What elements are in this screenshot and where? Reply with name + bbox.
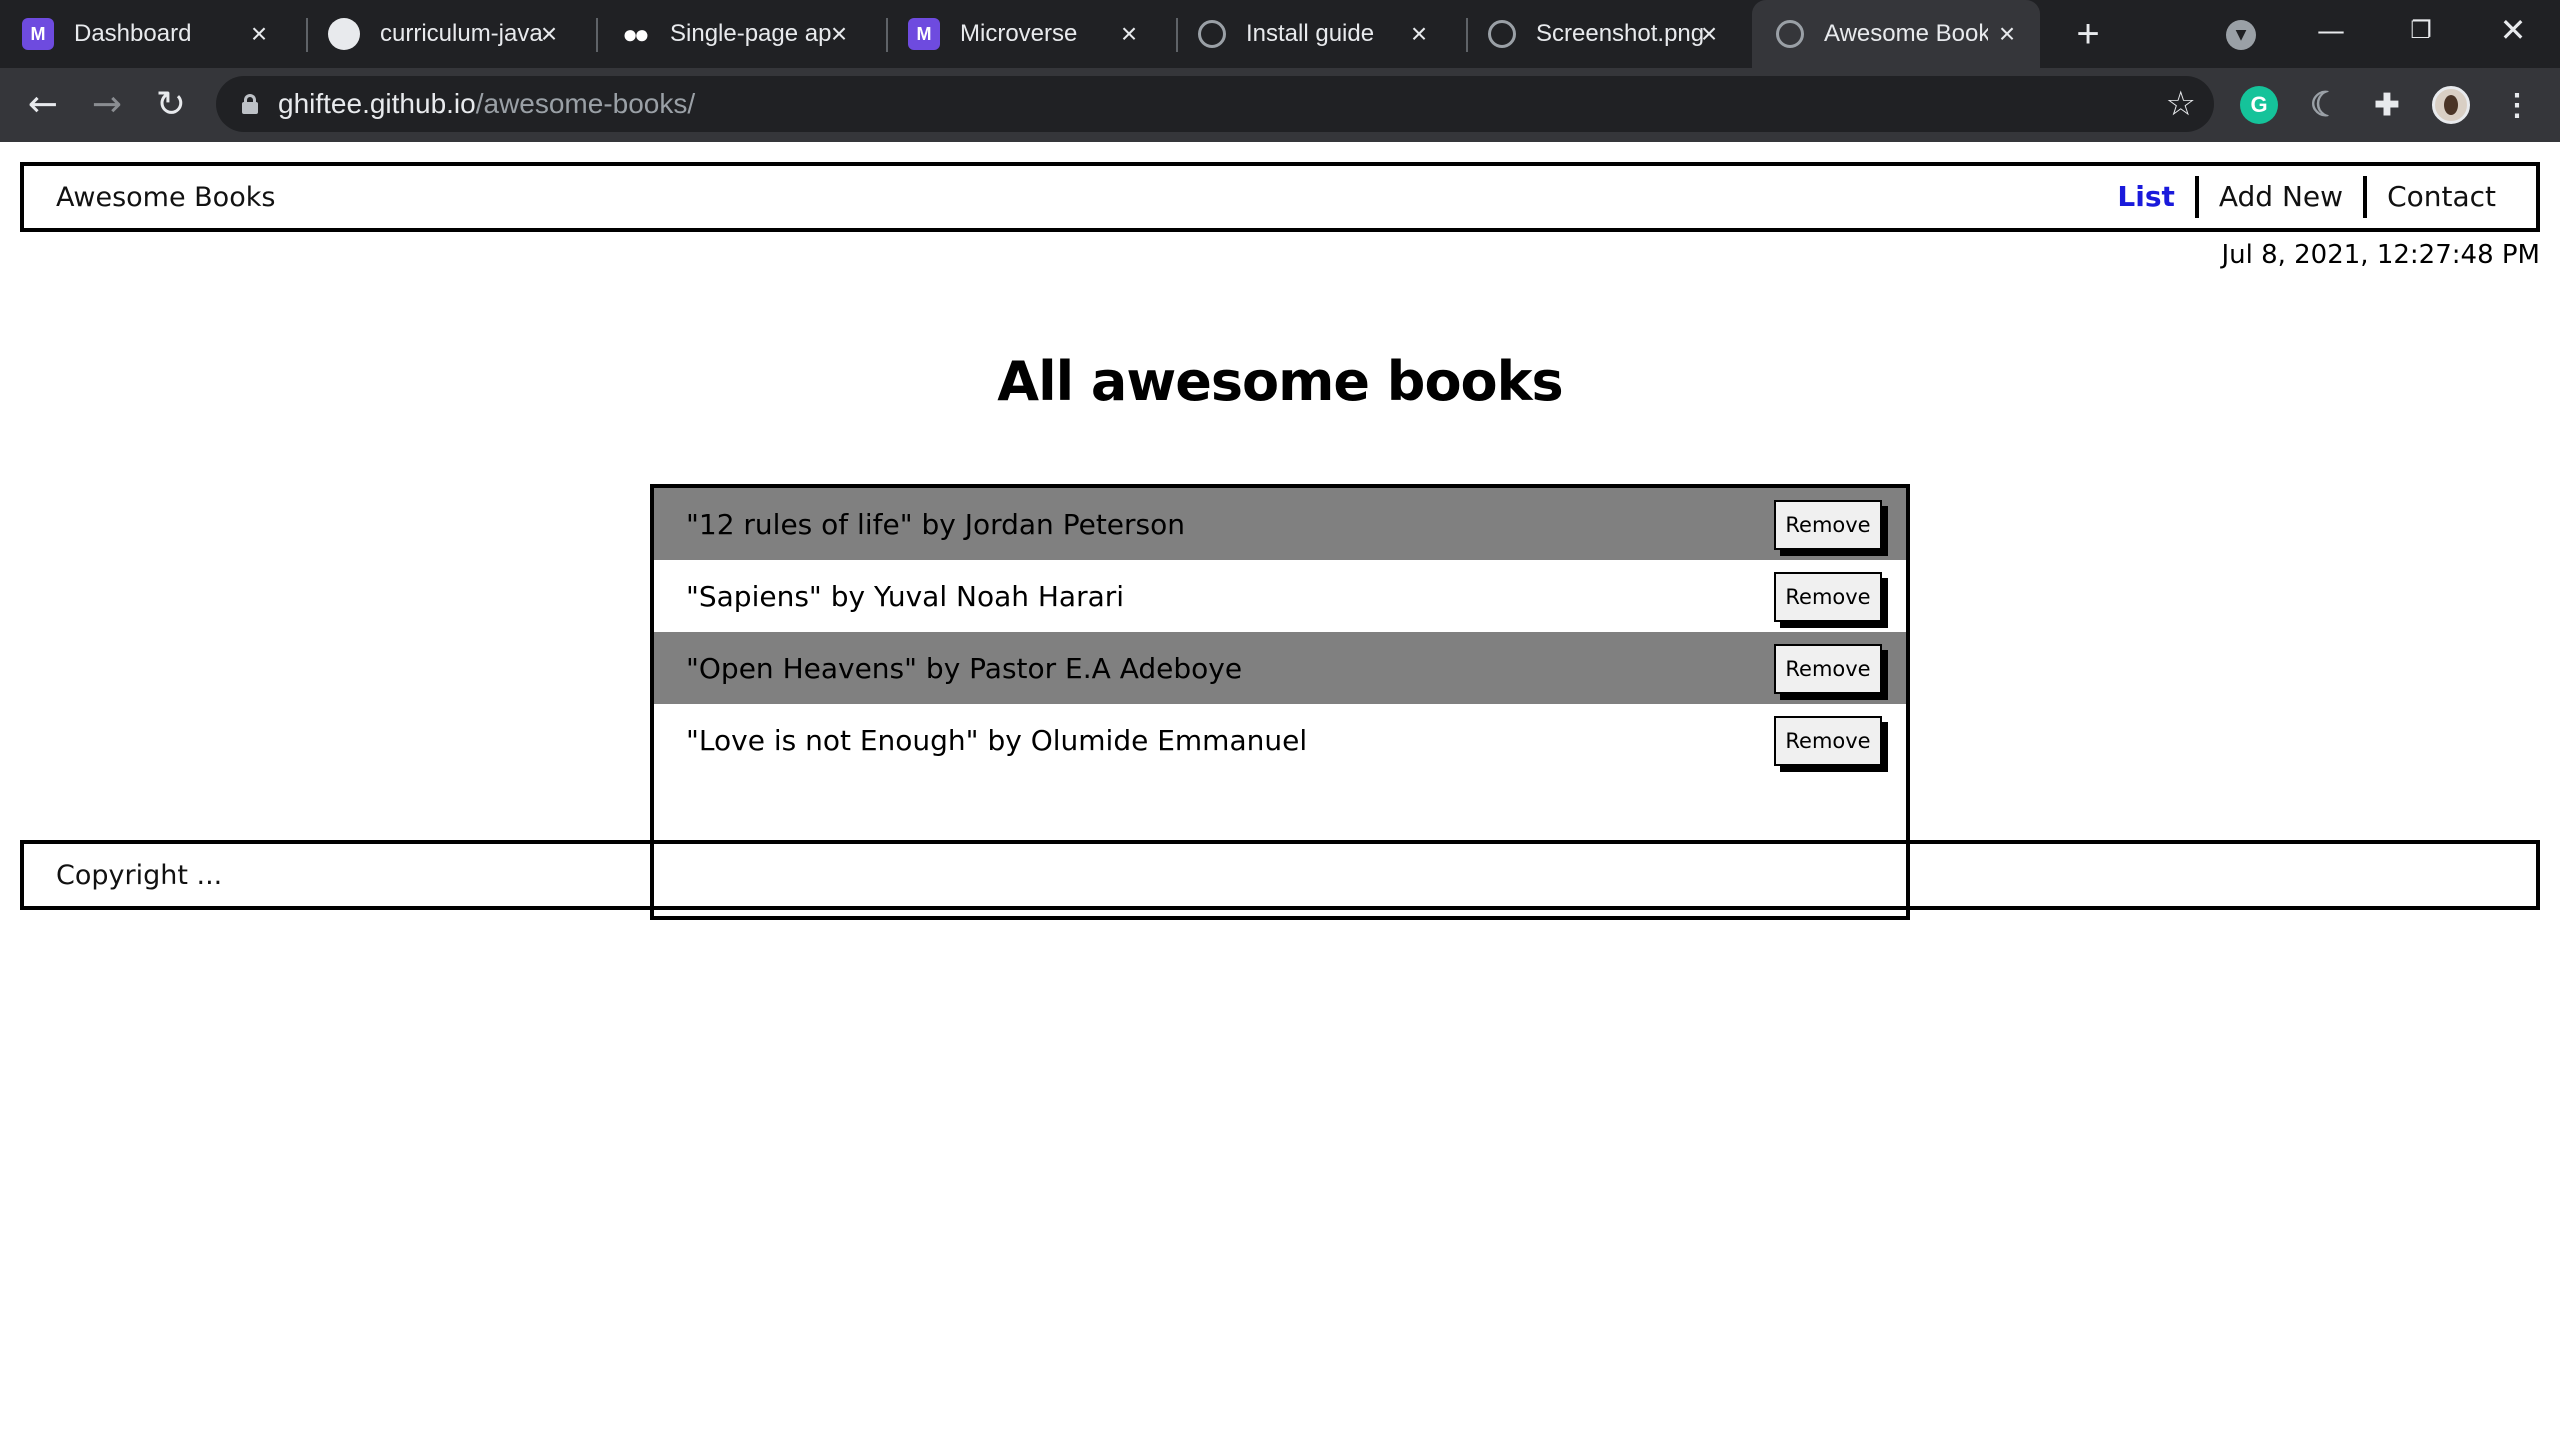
web-page: Awesome Books List Add New Contact Jul 8… — [0, 142, 2560, 1440]
tab-microverse[interactable]: M Microverse × — [892, 0, 1162, 68]
tab-single-page[interactable]: ●● Single-page ap × — [602, 0, 872, 68]
close-icon[interactable]: × — [244, 19, 274, 49]
nav-contact-link[interactable]: Contact — [2367, 177, 2516, 217]
globe-icon — [1776, 20, 1804, 48]
tab-divider — [886, 18, 888, 52]
close-icon[interactable]: × — [1694, 19, 1724, 49]
url-path: /awesome-books/ — [475, 88, 696, 119]
tab-divider — [596, 18, 598, 52]
tab-awesome-books[interactable]: Awesome Book × — [1752, 0, 2040, 68]
tab-label: Install guide — [1246, 20, 1375, 47]
tab-label: Single-page ap — [670, 20, 832, 47]
close-icon[interactable]: × — [534, 19, 564, 49]
tab-screenshot[interactable]: Screenshot.png × — [1472, 0, 1742, 68]
tab-label: curriculum-java — [380, 20, 543, 47]
tab-label: Dashboard — [74, 20, 192, 47]
tab-divider — [1176, 18, 1178, 52]
brand-title: Awesome Books — [56, 181, 276, 213]
dark-reader-extension-icon[interactable]: ☾ — [2306, 86, 2344, 124]
nav-list-link[interactable]: List — [2097, 177, 2195, 217]
extensions-puzzle-icon[interactable]: ✚ — [2368, 86, 2406, 124]
forward-button[interactable]: → — [86, 84, 128, 126]
tab-divider — [306, 18, 308, 52]
microverse-icon: M — [908, 18, 940, 50]
close-icon[interactable]: × — [1114, 19, 1144, 49]
close-icon[interactable]: × — [1992, 19, 2022, 49]
back-button[interactable]: ← — [22, 84, 64, 126]
address-bar[interactable]: ghiftee.github.io/awesome-books/ ☆ — [216, 76, 2214, 132]
tab-label: Microverse — [960, 20, 1078, 47]
tab-label: Awesome Book — [1824, 20, 1988, 47]
book-title: "Love is not Enough" by Olumide Emmanuel — [686, 723, 1308, 757]
book-title: "Open Heavens" by Pastor E.A Adeboye — [686, 651, 1243, 685]
remove-button[interactable]: Remove — [1774, 572, 1882, 622]
browser-toolbar: ← → ↻ ghiftee.github.io/awesome-books/ ☆… — [0, 68, 2560, 142]
tab-divider — [1466, 18, 1468, 52]
close-icon[interactable]: × — [824, 19, 854, 49]
window-close-button[interactable]: ✕ — [2468, 0, 2558, 60]
tab-install-guide[interactable]: Install guide × — [1182, 0, 1452, 68]
microverse-icon: M — [22, 18, 54, 50]
book-title: "12 rules of life" by Jordan Peterson — [686, 507, 1185, 541]
browser-menu-icon[interactable]: ⋮ — [2498, 86, 2536, 124]
book-row: "Love is not Enough" by Olumide Emmanuel… — [654, 704, 1906, 776]
url-text: ghiftee.github.io/awesome-books/ — [278, 88, 695, 120]
reload-button[interactable]: ↻ — [150, 84, 192, 126]
profile-avatar[interactable] — [2432, 86, 2470, 124]
remove-button[interactable]: Remove — [1774, 500, 1882, 550]
globe-icon — [1488, 20, 1516, 48]
nav-add-new-link[interactable]: Add New — [2199, 177, 2363, 217]
current-datetime: Jul 8, 2021, 12:27:48 PM — [2221, 240, 2540, 270]
book-row: "Open Heavens" by Pastor E.A Adeboye Rem… — [654, 632, 1906, 704]
tab-curriculum[interactable]: curriculum-java × — [312, 0, 582, 68]
book-row: "Sapiens" by Yuval Noah Harari Remove — [654, 560, 1906, 632]
restore-button[interactable]: ❐ — [2376, 0, 2466, 60]
github-icon — [328, 18, 360, 50]
book-title: "Sapiens" by Yuval Noah Harari — [686, 579, 1125, 613]
remove-button[interactable]: Remove — [1774, 716, 1882, 766]
tab-dashboard[interactable]: M Dashboard × — [22, 0, 292, 68]
lock-icon[interactable] — [242, 94, 258, 114]
new-tab-button[interactable]: + — [2068, 14, 2108, 54]
grammarly-extension-icon[interactable]: G — [2240, 86, 2278, 124]
page-title: All awesome books — [997, 350, 1563, 413]
main-nav: List Add New Contact — [2097, 166, 2516, 228]
site-header: Awesome Books List Add New Contact — [20, 162, 2540, 232]
site-footer: Copyright ... — [20, 840, 2540, 910]
url-host: ghiftee.github.io — [278, 88, 476, 119]
close-icon[interactable]: × — [1404, 19, 1434, 49]
browser-tab-strip: M Dashboard × curriculum-java × ●● Singl… — [0, 0, 2560, 68]
copyright-text: Copyright ... — [56, 859, 223, 891]
tab-search-icon[interactable]: ▼ — [2226, 20, 2256, 50]
book-row: "12 rules of life" by Jordan Peterson Re… — [654, 488, 1906, 560]
medium-icon: ●● — [622, 18, 649, 49]
tab-label: Screenshot.png — [1536, 20, 1705, 47]
remove-button[interactable]: Remove — [1774, 644, 1882, 694]
bookmark-star-icon[interactable]: ☆ — [2166, 84, 2196, 124]
minimize-button[interactable]: — — [2286, 0, 2376, 60]
globe-icon — [1198, 20, 1226, 48]
